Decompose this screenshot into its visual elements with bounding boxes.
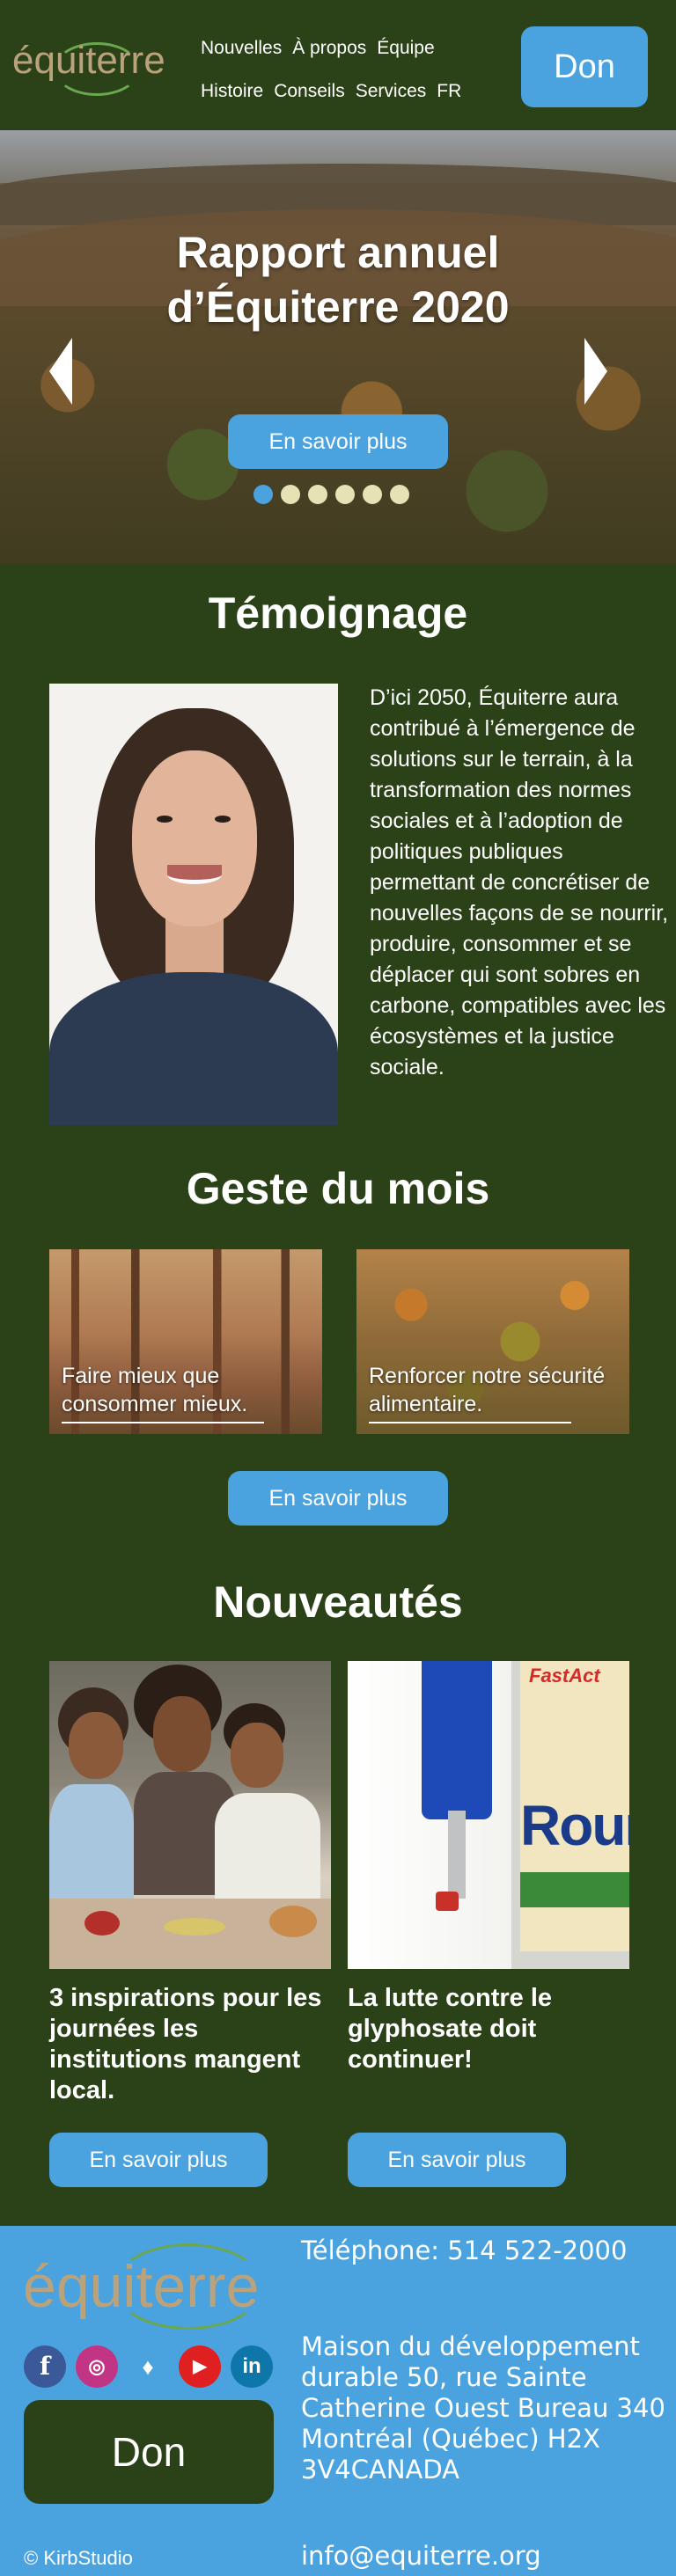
donate-button[interactable]: Don — [521, 26, 648, 107]
footer-email-link[interactable]: info@equiterre.org — [301, 2541, 541, 2571]
portrait-face — [132, 750, 257, 926]
nav-item-histoire[interactable]: Histoire — [201, 81, 263, 101]
youtube-icon[interactable]: ▶ — [179, 2345, 221, 2388]
photo-shape — [436, 1892, 459, 1911]
carousel-dot[interactable] — [254, 485, 273, 504]
twitter-icon[interactable]: ♦ — [127, 2345, 169, 2388]
product-name: Round — [520, 1794, 629, 1857]
facebook-icon[interactable]: f — [24, 2345, 66, 2388]
language-switch[interactable]: FR — [437, 81, 461, 101]
product-brand: FastAct — [529, 1665, 600, 1687]
footer-address: Maison du développement durable 50, rue … — [301, 2331, 665, 2485]
carousel-dot[interactable] — [308, 485, 327, 504]
nav-row-primary: Nouvelles À propos Équipe — [201, 38, 445, 59]
portrait-eye — [215, 816, 231, 823]
geste-learn-more-button[interactable]: En savoir plus — [228, 1471, 448, 1526]
site-header: équiterre Nouvelles À propos Équipe Histoi… — [0, 0, 676, 130]
news-title[interactable]: La lutte contre le glyphosate doit conti… — [348, 1983, 629, 2075]
footer-logo-arc-bottom — [114, 2247, 262, 2330]
carousel-dot[interactable] — [281, 485, 300, 504]
nav-row-secondary: Histoire Conseils Services FR — [201, 81, 472, 102]
portrait-smile — [167, 865, 222, 884]
geste-card-securite[interactable]: Renforcer notre sécurité alimentaire. — [356, 1249, 629, 1434]
carousel-prev-icon[interactable] — [49, 338, 72, 405]
geste-card-underline — [62, 1422, 264, 1423]
footer-credit: © KirbStudio — [24, 2547, 133, 2569]
carousel-dot[interactable] — [363, 485, 382, 504]
nav-item-a-propos[interactable]: À propos — [292, 38, 366, 58]
news-title[interactable]: 3 inspirations pour les journées les ins… — [49, 1983, 331, 2106]
nav-item-nouvelles[interactable]: Nouvelles — [201, 38, 282, 58]
portrait-eye — [157, 816, 173, 823]
news-image-family-cooking[interactable] — [49, 1661, 331, 1969]
testimonial-text: D’ici 2050, Équiterre aura contribué à l… — [370, 685, 669, 1079]
nouveautes-title: Nouveautés — [213, 1577, 463, 1627]
news-image-herbicide[interactable]: FastAct Round — [348, 1661, 629, 1969]
geste-card-label: Faire mieux que consommer mieux. — [62, 1364, 248, 1416]
photo-shape — [84, 1911, 120, 1936]
nav-item-conseils[interactable]: Conseils — [274, 81, 345, 101]
logo-arc-bottom — [55, 45, 139, 96]
temoignage-title: Témoignage — [208, 589, 468, 638]
photo-shape — [231, 1723, 283, 1788]
photo-shape — [153, 1696, 211, 1772]
nav-item-equipe[interactable]: Équipe — [377, 38, 434, 58]
carousel-dot[interactable] — [335, 485, 355, 504]
linkedin-icon[interactable]: in — [231, 2345, 273, 2388]
carousel-dots — [254, 485, 417, 506]
geste-card-label: Renforcer notre sécurité alimentaire. — [369, 1364, 606, 1416]
photo-shape — [520, 1872, 629, 1907]
hero-learn-more-button[interactable]: En savoir plus — [228, 414, 448, 469]
carousel-next-icon[interactable] — [584, 338, 607, 405]
footer-donate-button[interactable]: Don — [24, 2400, 274, 2504]
photo-shape — [164, 1918, 225, 1936]
news-learn-more-button[interactable]: En savoir plus — [348, 2133, 566, 2187]
testimonial-portrait — [49, 684, 338, 1125]
geste-title: Geste du mois — [186, 1164, 490, 1213]
hero-carousel: Rapport annuel d’Équiterre 2020 En savoi… — [0, 130, 676, 565]
portrait-shirt — [49, 972, 338, 1125]
hero-title: Rapport annuel d’Équiterre 2020 — [166, 228, 510, 332]
footer-phone: Téléphone: 514 522-2000 — [301, 2236, 628, 2265]
photo-shape — [69, 1712, 123, 1779]
photo-shape — [215, 1793, 320, 1907]
photo-shape — [448, 1811, 466, 1899]
photo-shape — [269, 1906, 317, 1937]
geste-card-underline — [369, 1422, 571, 1423]
geste-card-consommer[interactable]: Faire mieux que consommer mieux. — [49, 1249, 322, 1434]
nav-item-services[interactable]: Services — [356, 81, 427, 101]
news-learn-more-button[interactable]: En savoir plus — [49, 2133, 268, 2187]
photo-shape — [422, 1661, 492, 1819]
carousel-dot[interactable] — [390, 485, 409, 504]
instagram-icon[interactable]: ◎ — [76, 2345, 118, 2388]
